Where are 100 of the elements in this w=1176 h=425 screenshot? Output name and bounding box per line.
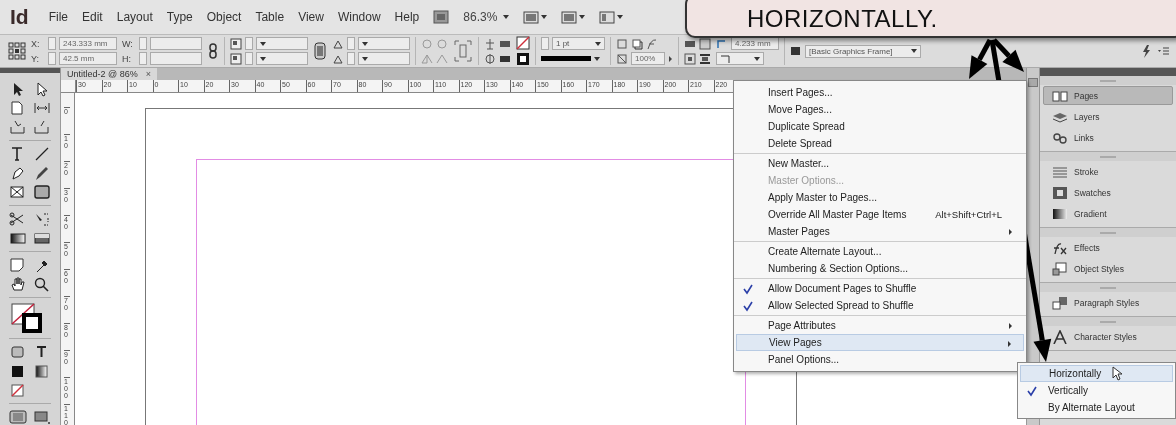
panel-tab[interactable]: Character Styles	[1043, 327, 1173, 346]
apply-gradient-icon[interactable]	[33, 363, 51, 379]
input-field[interactable]: 243.333 mm	[59, 37, 117, 50]
dropdown-field[interactable]	[256, 52, 308, 65]
drop-shadow-icon[interactable]	[631, 37, 643, 50]
pages-icon	[1052, 88, 1068, 103]
reference-point-icon	[8, 42, 26, 60]
effects-icon[interactable]	[646, 37, 658, 50]
menu-item[interactable]: Window	[337, 10, 381, 24]
constrain-icon[interactable]	[313, 42, 327, 60]
select-content-icon[interactable]	[484, 52, 496, 65]
dropdown-field[interactable]	[358, 52, 410, 65]
panel-tab[interactable]: Object Styles	[1043, 259, 1173, 278]
grip-icon	[1100, 79, 1116, 82]
chain-link-icon[interactable]	[207, 43, 219, 59]
lightning-icon[interactable]	[1140, 44, 1152, 58]
menu-item[interactable]: Page Attributes	[736, 317, 1024, 334]
fill-and-stroke-icon[interactable]	[9, 303, 45, 333]
menu-item[interactable]: Help	[394, 10, 420, 24]
preview-mode-icon[interactable]	[33, 409, 51, 425]
menu-item[interactable]: Duplicate Spread	[736, 118, 1024, 135]
bridge-icon[interactable]	[433, 10, 450, 24]
dropdown-field[interactable]	[358, 37, 410, 50]
gradient-feather-tool-icon[interactable]	[33, 230, 51, 246]
opacity-field[interactable]: 100%	[631, 52, 665, 65]
menu-item[interactable]: File	[48, 10, 68, 24]
menu-item[interactable]: Table	[255, 10, 285, 24]
panel-tab[interactable]: Paragraph Styles	[1043, 293, 1173, 312]
document-tab[interactable]: Untitled-2 @ 86% ×	[61, 68, 157, 80]
pencil-tool-icon[interactable]	[33, 165, 51, 181]
panel-tab[interactable]: Gradient	[1043, 204, 1173, 223]
input-field[interactable]: 42.5 mm	[59, 52, 117, 65]
menu-item[interactable]: Object	[206, 10, 242, 24]
close-button[interactable]: ×	[145, 68, 151, 80]
dropdown-field[interactable]	[256, 37, 308, 50]
normal-view-icon[interactable]	[9, 409, 27, 425]
zoom-dropdown[interactable]: 86.3%	[463, 10, 510, 24]
panel-menu-button[interactable]	[1028, 78, 1038, 87]
menu-item[interactable]: Create Alternate Layout...	[736, 243, 1024, 260]
corner-options-icon[interactable]	[716, 37, 728, 50]
flyout-arrow-icon[interactable]	[668, 54, 673, 63]
free-transform-tool-icon[interactable]	[33, 211, 51, 227]
menu-item[interactable]: Allow Selected Spread to Shuffle	[736, 297, 1024, 314]
menu-item[interactable]: Allow Document Pages to Shuffle	[736, 280, 1024, 297]
menu-item[interactable]: Layout	[116, 10, 153, 24]
scale-x-icon	[230, 37, 242, 50]
gap-tool-icon[interactable]	[33, 100, 51, 116]
rectangle-frame-tool-icon[interactable]	[9, 184, 27, 200]
panel-tab[interactable]: Links	[1043, 128, 1173, 147]
menu-item[interactable]: New Master...	[736, 155, 1024, 172]
menu-item[interactable]: Panel Options...	[736, 351, 1024, 368]
rectangle-tool-icon[interactable]	[33, 184, 51, 200]
panel-tab[interactable]: Swatches	[1043, 183, 1173, 202]
menu-item[interactable]: Override All Master Page Items Alt+Shift+Ctrl+L	[736, 206, 1024, 223]
character-styles-icon	[1052, 329, 1068, 344]
menu-item[interactable]: Horizontally	[1020, 365, 1173, 382]
formatting-container-icon[interactable]	[9, 344, 27, 360]
text-wrap-icon[interactable]	[616, 37, 628, 50]
menu-item[interactable]: Insert Pages...	[736, 84, 1024, 101]
field-label: X:	[31, 38, 41, 49]
menu-item[interactable]: Master Pages	[736, 223, 1024, 240]
menu-item[interactable]: Numbering & Section Options...	[736, 260, 1024, 277]
menu-item[interactable]: Type	[166, 10, 193, 24]
input-field[interactable]	[150, 52, 202, 65]
arrange-dropdown[interactable]	[561, 10, 586, 24]
panel-tab[interactable]: Stroke	[1043, 162, 1173, 181]
workspace-dropdown[interactable]	[599, 10, 624, 24]
screen-mode-dropdown[interactable]	[523, 10, 548, 24]
apply-none-icon[interactable]	[9, 382, 27, 398]
hand-tool-icon[interactable]	[9, 276, 27, 292]
input-field[interactable]	[150, 37, 202, 50]
menu-item[interactable]: Edit	[82, 10, 103, 24]
grip-icon	[1100, 286, 1116, 289]
fitting-icon[interactable]	[699, 37, 711, 50]
menu-item[interactable]: Move Pages...	[736, 101, 1024, 118]
zoom-tool-icon[interactable]	[33, 276, 51, 292]
content-collector-icon[interactable]	[9, 119, 27, 135]
object-styles-icon	[1052, 261, 1068, 276]
panel-options-icon[interactable]	[1157, 45, 1170, 57]
menu-item[interactable]: Apply Master to Pages...	[736, 189, 1024, 206]
menu-item[interactable]: Vertically	[1020, 382, 1173, 399]
menu-item[interactable]: View	[298, 10, 324, 24]
object-style-icon	[790, 45, 802, 57]
opacity-icon[interactable]	[616, 52, 628, 65]
menu-item[interactable]: View Pages	[736, 334, 1024, 351]
panel-tab[interactable]: Pages	[1043, 86, 1173, 105]
line-tool-icon[interactable]	[33, 146, 51, 162]
note-tool-icon[interactable]	[9, 257, 27, 273]
object-style-dropdown[interactable]: [Basic Graphics Frame]	[805, 44, 921, 58]
center-content-icon[interactable]	[684, 52, 696, 65]
stroke-weight-dropdown[interactable]: 1 pt	[552, 37, 605, 50]
menu-item[interactable]: By Alternate Layout	[1020, 399, 1173, 416]
panel-tab[interactable]: Effects	[1043, 238, 1173, 257]
stroke-swatch-icon[interactable]	[516, 52, 530, 66]
panel-tab[interactable]: Layers	[1043, 107, 1173, 126]
fill-frame-icon[interactable]	[699, 52, 711, 65]
grip-icon	[1100, 231, 1116, 234]
gradient-swatch-tool-icon[interactable]	[9, 230, 27, 246]
fill-swatch-icon[interactable]	[516, 36, 530, 50]
menu-item[interactable]: Delete Spread	[736, 135, 1024, 152]
